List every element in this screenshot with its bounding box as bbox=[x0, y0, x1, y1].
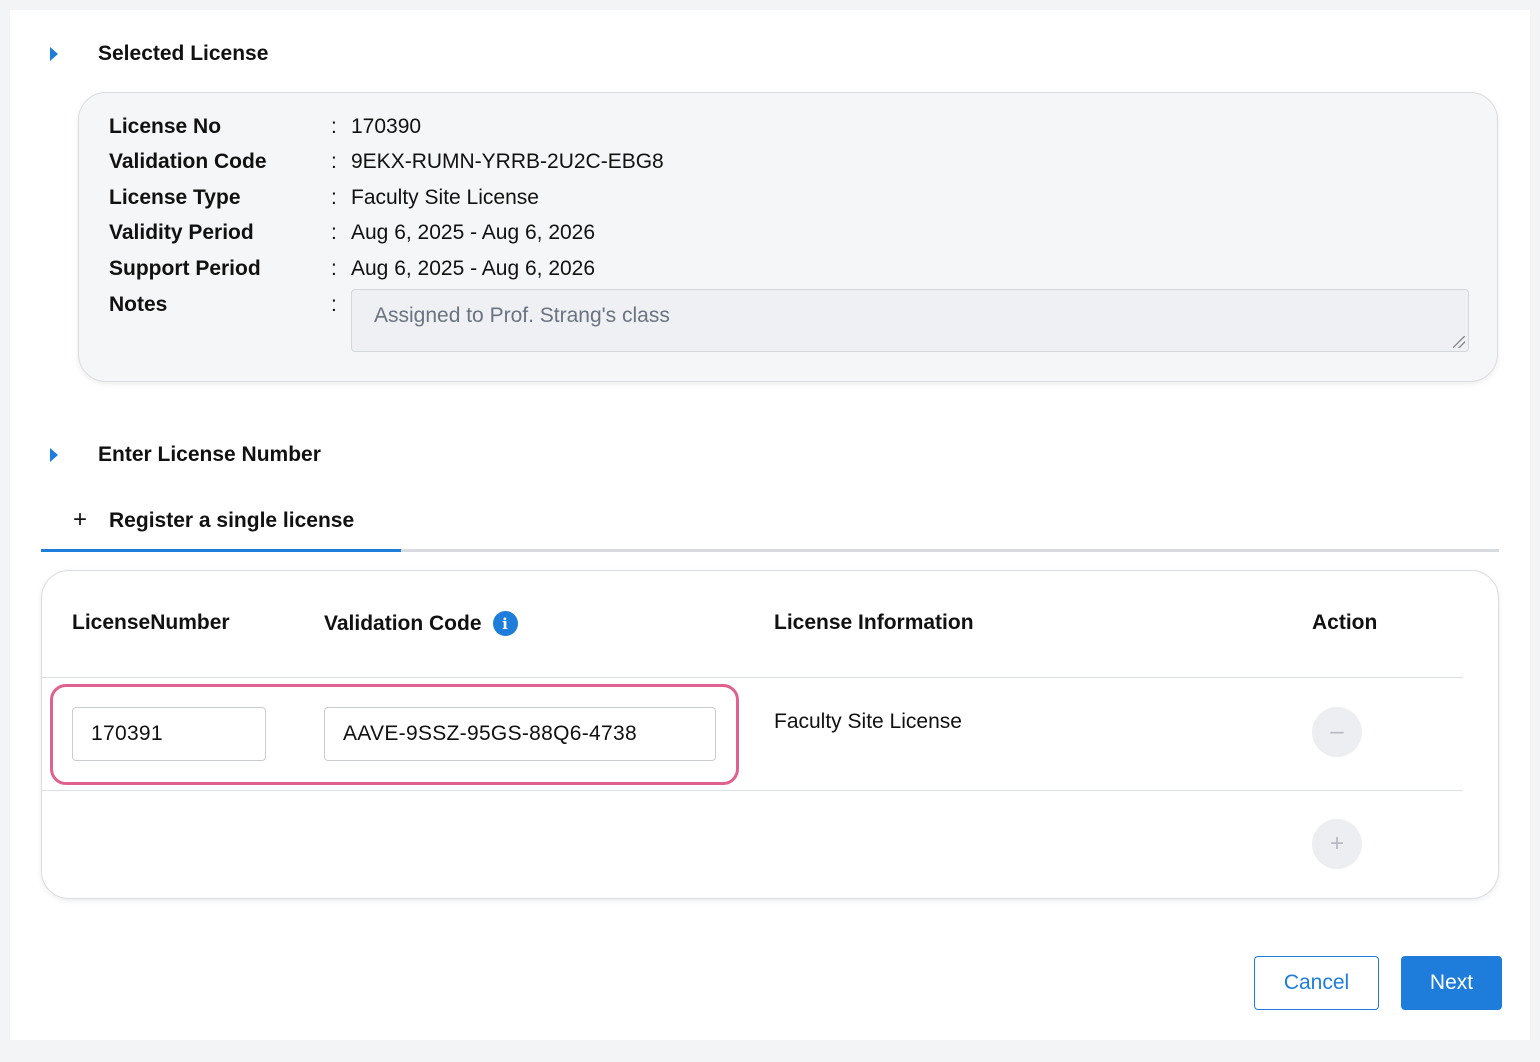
cancel-button[interactable]: Cancel bbox=[1254, 956, 1379, 1010]
validation-code-row: Validation Code : 9EKX-RUMN-YRRB-2U2C-EB… bbox=[109, 147, 664, 177]
license-number-input[interactable]: 170391 bbox=[72, 707, 266, 761]
caret-right-icon[interactable] bbox=[50, 448, 58, 462]
kv-value: 9EKX-RUMN-YRRB-2U2C-EBG8 bbox=[351, 150, 664, 173]
kv-colon: : bbox=[331, 150, 337, 173]
kv-colon: : bbox=[331, 257, 337, 280]
input-value: AAVE-9SSZ-95GS-88Q6-4738 bbox=[343, 722, 637, 745]
license-type-row: License Type : Faculty Site License bbox=[109, 183, 539, 213]
selected-license-card: License No : 170390 Validation Code : 9E… bbox=[78, 92, 1498, 382]
info-icon[interactable]: i bbox=[492, 611, 518, 636]
notes-textarea[interactable]: Assigned to Prof. Strang's class bbox=[351, 289, 1469, 352]
support-period-row: Support Period : Aug 6, 2025 - Aug 6, 20… bbox=[109, 254, 595, 284]
add-row-button[interactable]: + bbox=[1312, 819, 1362, 869]
selected-license-header[interactable]: Selected License bbox=[50, 42, 268, 66]
header-text: Action bbox=[1312, 611, 1378, 634]
minus-icon: – bbox=[1330, 718, 1344, 745]
kv-colon: : bbox=[331, 221, 337, 244]
kv-colon: : bbox=[331, 186, 337, 209]
kv-label: Validation Code bbox=[109, 150, 267, 173]
row-divider bbox=[42, 790, 1463, 791]
tab-label: Register a single license bbox=[109, 509, 355, 532]
row-divider bbox=[42, 677, 1463, 678]
header-license-number: LicenseNumber bbox=[72, 611, 230, 635]
validity-period-row: Validity Period : Aug 6, 2025 - Aug 6, 2… bbox=[109, 218, 595, 248]
header-validation-code: Validation Code i bbox=[324, 611, 518, 636]
kv-label: License Type bbox=[109, 186, 241, 209]
validation-code-input[interactable]: AAVE-9SSZ-95GS-88Q6-4738 bbox=[324, 707, 716, 761]
section-title: Selected License bbox=[98, 42, 269, 65]
header-text: Validation Code bbox=[324, 611, 482, 635]
header-text: LicenseNumber bbox=[72, 611, 230, 634]
header-text: License Information bbox=[774, 611, 974, 634]
kv-colon: : bbox=[331, 115, 337, 138]
header-action: Action bbox=[1312, 611, 1377, 635]
tab-register-single-license[interactable]: + Register a single license bbox=[41, 505, 401, 552]
notes-row: Notes : bbox=[109, 290, 351, 320]
kv-label: Notes bbox=[109, 293, 168, 316]
kv-value: Faculty Site License bbox=[351, 186, 539, 209]
caret-right-icon[interactable] bbox=[50, 47, 58, 61]
kv-value: 170390 bbox=[351, 115, 422, 138]
notes-text: Assigned to Prof. Strang's class bbox=[374, 304, 670, 327]
kv-label: License No bbox=[109, 115, 222, 138]
header-license-information: License Information bbox=[774, 611, 974, 635]
kv-value: Aug 6, 2025 - Aug 6, 2026 bbox=[351, 257, 596, 280]
license-no-row: License No : 170390 bbox=[109, 112, 421, 142]
remove-row-button[interactable]: – bbox=[1312, 707, 1362, 757]
license-table: LicenseNumber Validation Code i License … bbox=[41, 570, 1499, 899]
plus-icon: + bbox=[1329, 830, 1344, 857]
section-title: Enter License Number bbox=[98, 443, 321, 466]
resize-grip-icon[interactable] bbox=[1453, 336, 1465, 348]
kv-label: Validity Period bbox=[109, 221, 254, 244]
enter-license-header[interactable]: Enter License Number bbox=[50, 443, 321, 467]
kv-label: Support Period bbox=[109, 257, 261, 280]
kv-value: Aug 6, 2025 - Aug 6, 2026 bbox=[351, 221, 596, 244]
page: Selected License License No : 170390 Val… bbox=[10, 10, 1530, 1040]
plus-icon: + bbox=[73, 506, 88, 533]
input-value: 170391 bbox=[91, 722, 163, 745]
license-information-cell: Faculty Site License bbox=[774, 710, 962, 733]
kv-colon: : bbox=[331, 293, 337, 316]
next-button[interactable]: Next bbox=[1401, 956, 1502, 1010]
